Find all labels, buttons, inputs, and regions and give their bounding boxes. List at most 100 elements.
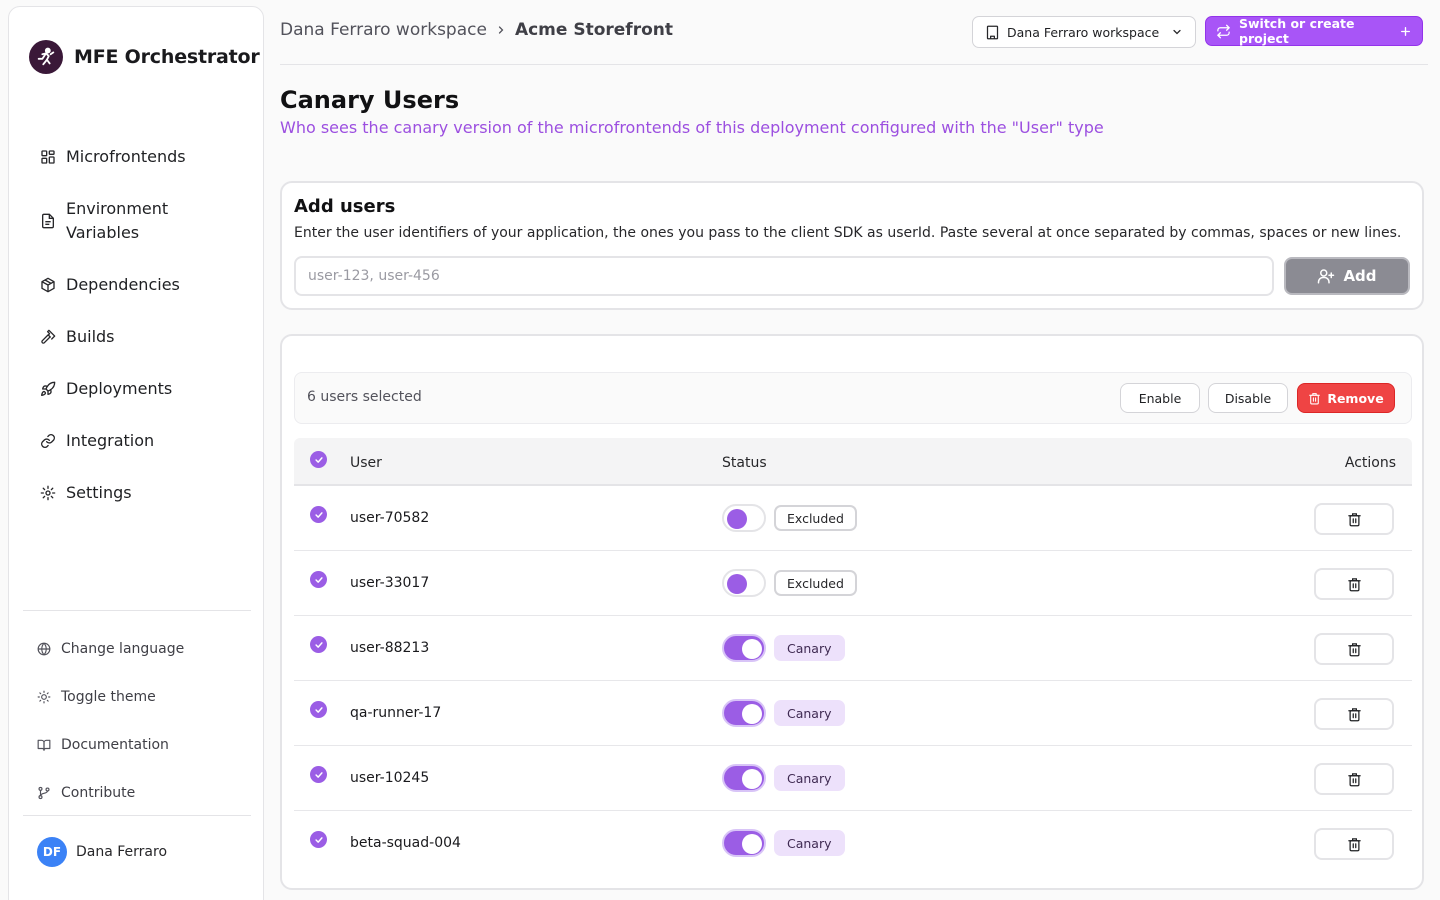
util-label: Contribute [61,785,136,801]
nav-item-microfrontends[interactable]: Microfrontends [39,131,259,183]
link-icon [39,432,57,450]
canary-toggle[interactable] [722,634,766,662]
chevron-down-icon [1171,26,1183,38]
change-language-button[interactable]: Change language [35,625,255,673]
nav-item-settings[interactable]: Settings [39,467,259,519]
table-row: user-33017 Excluded [294,551,1412,616]
add-button-label: Add [1343,267,1377,285]
disable-selected-button[interactable]: Disable [1208,383,1288,413]
sun-icon [35,688,53,706]
status-badge: Excluded [774,505,857,531]
add-users-description: Enter the user identifiers of your appli… [294,225,1402,241]
nav-item-integration[interactable]: Integration [39,415,259,467]
rocket-icon [39,380,57,398]
utility-menu: Change language Toggle theme Documentati… [35,625,255,817]
toggle-theme-button[interactable]: Toggle theme [35,673,255,721]
trash-icon [1347,707,1362,722]
switch-project-button[interactable]: Switch or create project [1205,16,1423,46]
table-header: User Status Actions [294,438,1412,486]
column-header-actions: Actions [1344,455,1396,471]
table-row: user-88213 Canary [294,616,1412,681]
hammer-icon [39,328,57,346]
git-branch-icon [35,784,53,802]
util-label: Toggle theme [61,689,156,705]
row-checkbox[interactable] [310,571,327,588]
user-profile[interactable]: DF Dana Ferraro [37,837,167,867]
trash-icon [1347,577,1362,592]
top-bar: Dana Ferraro workspace Acme Storefront D… [280,0,1428,65]
column-header-user: User [350,455,382,471]
enable-selected-button[interactable]: Enable [1120,383,1200,413]
switch-project-label: Switch or create project [1239,16,1355,46]
row-checkbox[interactable] [310,636,327,653]
row-checkbox[interactable] [310,506,327,523]
nav-label: Settings [66,483,132,502]
user-id: user-10245 [350,770,430,786]
table-row: user-70582 Excluded [294,486,1412,551]
select-all-checkbox[interactable] [310,451,327,468]
nav-label: Environment Variables [66,199,169,242]
row-checkbox[interactable] [310,831,327,848]
trash-icon [1308,392,1321,405]
canary-toggle[interactable] [722,699,766,727]
sidebar: MFE Orchestrator Microfrontends Environm… [8,6,264,900]
nav-item-dependencies[interactable]: Dependencies [39,259,259,311]
remove-selected-button[interactable]: Remove [1297,383,1395,413]
add-users-button[interactable]: Add [1284,257,1410,295]
row-checkbox[interactable] [310,766,327,783]
documentation-link[interactable]: Documentation [35,721,255,769]
gear-icon [39,484,57,502]
canary-toggle[interactable] [722,764,766,792]
column-header-status: Status [722,455,767,471]
user-id: beta-squad-004 [350,835,461,851]
canary-toggle[interactable] [722,829,766,857]
util-label: Change language [61,641,185,657]
user-id: user-88213 [350,640,430,656]
page-title: Canary Users [280,86,460,114]
status-badge: Canary [774,830,845,856]
delete-user-button[interactable] [1314,633,1394,665]
nav-label: Microfrontends [66,147,186,166]
workspace-select[interactable]: Dana Ferraro workspace [972,16,1196,48]
globe-icon [35,640,53,658]
grid-icon [39,148,57,166]
main-nav: Microfrontends Environment Variables Dep… [39,131,259,519]
remove-label: Remove [1327,390,1384,406]
nav-label: Builds [66,327,115,346]
add-users-card: Add users Enter the user identifiers of … [280,181,1424,310]
contribute-link[interactable]: Contribute [35,769,255,817]
user-ids-input[interactable] [294,256,1274,296]
canary-toggle[interactable] [722,569,766,597]
breadcrumb-workspace[interactable]: Dana Ferraro workspace [280,20,487,40]
workspace-select-label: Dana Ferraro workspace [1007,24,1160,40]
user-id: user-70582 [350,510,430,526]
selection-count: 6 users selected [307,389,422,405]
trash-icon [1347,837,1362,852]
delete-user-button[interactable] [1314,698,1394,730]
brand[interactable]: MFE Orchestrator [29,40,260,74]
row-checkbox[interactable] [310,701,327,718]
nav-item-builds[interactable]: Builds [39,311,259,363]
canary-toggle[interactable] [722,504,766,532]
breadcrumb: Dana Ferraro workspace Acme Storefront [280,20,673,40]
book-icon [35,736,53,754]
app-name: MFE Orchestrator [74,46,260,68]
util-label: Documentation [61,737,169,753]
table-row: qa-runner-17 Canary [294,681,1412,746]
breadcrumb-project[interactable]: Acme Storefront [515,20,673,40]
delete-user-button[interactable] [1314,503,1394,535]
status-badge: Canary [774,635,845,661]
user-id: user-33017 [350,575,430,591]
delete-user-button[interactable] [1314,763,1394,795]
building-icon [985,25,1000,40]
page-subtitle: Who sees the canary version of the micro… [280,118,1104,137]
delete-user-button[interactable] [1314,568,1394,600]
nav-item-deployments[interactable]: Deployments [39,363,259,415]
users-table: User Status Actions user-70582 Excluded … [294,438,1412,876]
nav-item-environment-variables[interactable]: Environment Variables [39,183,259,259]
nav-label: Integration [66,431,155,450]
user-id: qa-runner-17 [350,705,442,721]
delete-user-button[interactable] [1314,828,1394,860]
status-badge: Excluded [774,570,857,596]
sidebar-divider [23,610,251,611]
